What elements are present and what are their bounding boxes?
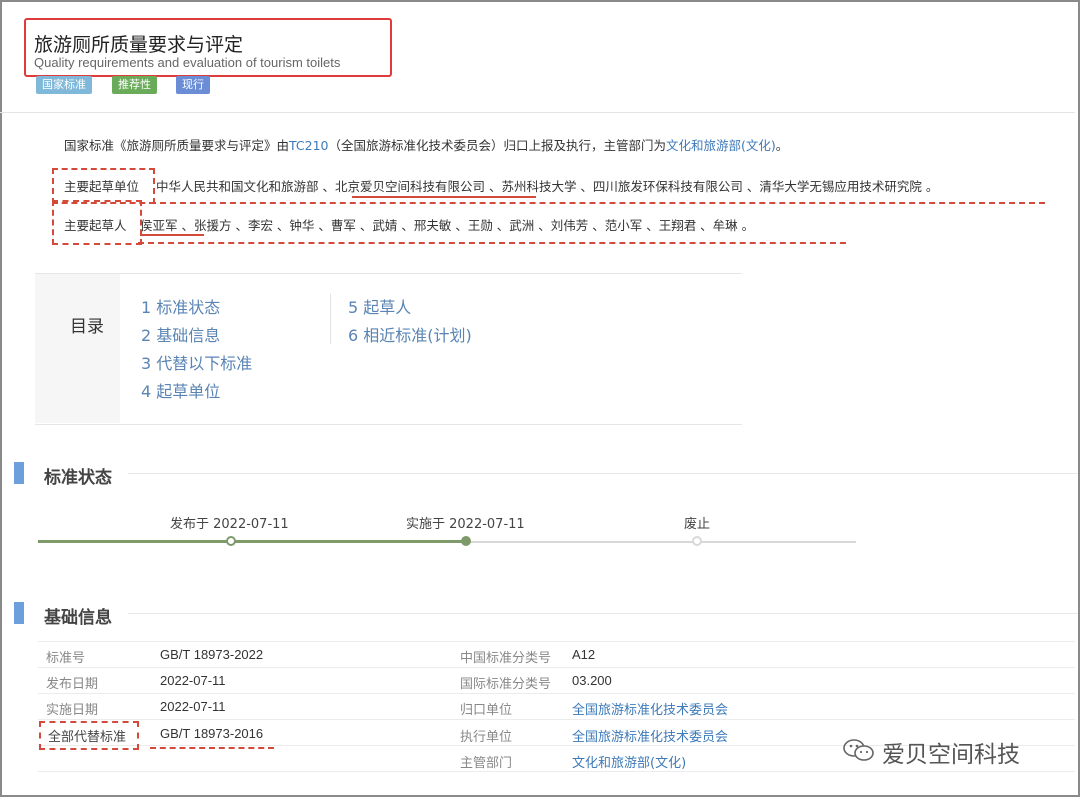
drafting-units-value: 中华人民共和国文化和旅游部 、北京爱贝空间科技有限公司 、苏州科技大学 、四川旅… <box>156 179 939 194</box>
toc-title: 目录 <box>70 317 104 337</box>
info-label-publish-date: 发布日期 <box>46 677 99 692</box>
drafters-highlight <box>52 200 142 245</box>
info-value-responsible-unit[interactable]: 全国旅游标准化技术委员会 <box>572 699 728 718</box>
toc-column-divider <box>330 294 331 344</box>
drafters-dashed-underline <box>138 242 846 244</box>
info-value-china-class: A12 <box>572 647 596 662</box>
basic-section-title: 基础信息 <box>44 608 112 628</box>
info-value-implement-date: 2022-07-11 <box>160 699 226 714</box>
info-value-intl-class: 03.200 <box>572 673 612 688</box>
info-value-standard-number: GB/T 18973-2022 <box>160 647 264 662</box>
badge-national-standard: 国家标准 <box>36 76 92 94</box>
info-label-competent-dept: 主管部门 <box>460 756 513 771</box>
status-timeline-progress <box>38 540 466 543</box>
info-label-intl-class: 国际标准分类号 <box>460 677 552 692</box>
info-row-divider <box>38 641 1075 642</box>
drafting-units-highlight <box>52 168 155 204</box>
badge-recommended: 推荐性 <box>112 76 157 94</box>
implemented-marker <box>461 536 471 546</box>
drafting-units-dashed-underline <box>150 202 1045 204</box>
header-divider <box>0 112 1075 113</box>
description-prefix: 国家标准《旅游厕所质量要求与评定》由 <box>64 138 290 153</box>
description-suffix: 。 <box>775 138 789 153</box>
watermark-text: 爱贝空间科技 <box>882 742 1020 768</box>
info-label-standard-number: 标准号 <box>46 651 86 666</box>
description-middle: （全国旅游标准化技术委员会）归口上报及执行，主管部门为 <box>328 138 667 153</box>
replaced-standard-highlight <box>39 721 139 750</box>
toc-item-drafters[interactable]: 5 起草人 <box>348 294 411 318</box>
company-underline <box>352 196 536 198</box>
info-row-divider <box>38 693 1075 694</box>
toc-sidebar <box>35 274 120 423</box>
info-value-competent-dept[interactable]: 文化和旅游部(文化) <box>572 752 686 771</box>
info-value-replaced-standard: GB/T 18973-2016 <box>160 726 264 741</box>
info-label-executing-unit: 执行单位 <box>460 730 513 745</box>
department-link[interactable]: 文化和旅游部(文化) <box>666 138 776 153</box>
status-section-title: 标准状态 <box>44 468 112 488</box>
toc-item-status[interactable]: 1 标准状态 <box>141 294 220 318</box>
tc-link[interactable]: TC210 <box>289 138 329 153</box>
status-section-marker <box>14 462 24 484</box>
first-drafter-underline <box>140 234 204 236</box>
published-date-label: 发布于 2022-07-11 <box>170 517 289 532</box>
page-subtitle-english: Quality requirements and evaluation of t… <box>34 55 341 70</box>
info-value-publish-date: 2022-07-11 <box>160 673 226 688</box>
toc-item-replaced-standards[interactable]: 3 代替以下标准 <box>141 350 252 374</box>
info-label-implement-date: 实施日期 <box>46 703 99 718</box>
info-row-divider <box>38 667 1075 668</box>
info-label-china-class: 中国标准分类号 <box>460 651 552 666</box>
toc-item-basic-info[interactable]: 2 基础信息 <box>141 322 220 346</box>
published-marker <box>226 536 236 546</box>
badge-current: 现行 <box>176 76 210 94</box>
page-title: 旅游厕所质量要求与评定 <box>34 34 244 56</box>
abolished-label: 废止 <box>684 517 711 532</box>
info-value-executing-unit[interactable]: 全国旅游标准化技术委员会 <box>572 726 728 745</box>
status-section-rule <box>128 473 1078 474</box>
basic-section-rule <box>128 613 1078 614</box>
replaced-standard-underline <box>150 747 274 749</box>
toc-item-drafting-units[interactable]: 4 起草单位 <box>141 378 220 402</box>
info-row-divider <box>38 771 1075 772</box>
info-label-responsible-unit: 归口单位 <box>460 703 513 718</box>
toc-item-similar-standards[interactable]: 6 相近标准(计划) <box>348 322 472 346</box>
basic-section-marker <box>14 602 24 624</box>
implemented-date-label: 实施于 2022-07-11 <box>406 517 525 532</box>
wechat-icon <box>843 739 874 761</box>
drafters-value: 侯亚军 、张援方 、李宏 、钟华 、曹军 、武婧 、邢夫敏 、王勋 、武洲 、刘… <box>140 218 755 233</box>
standard-description: 国家标准《旅游厕所质量要求与评定》由TC210（全国旅游标准化技术委员会）归口上… <box>64 135 788 154</box>
info-row-divider <box>38 719 1075 720</box>
abolished-marker <box>692 536 702 546</box>
